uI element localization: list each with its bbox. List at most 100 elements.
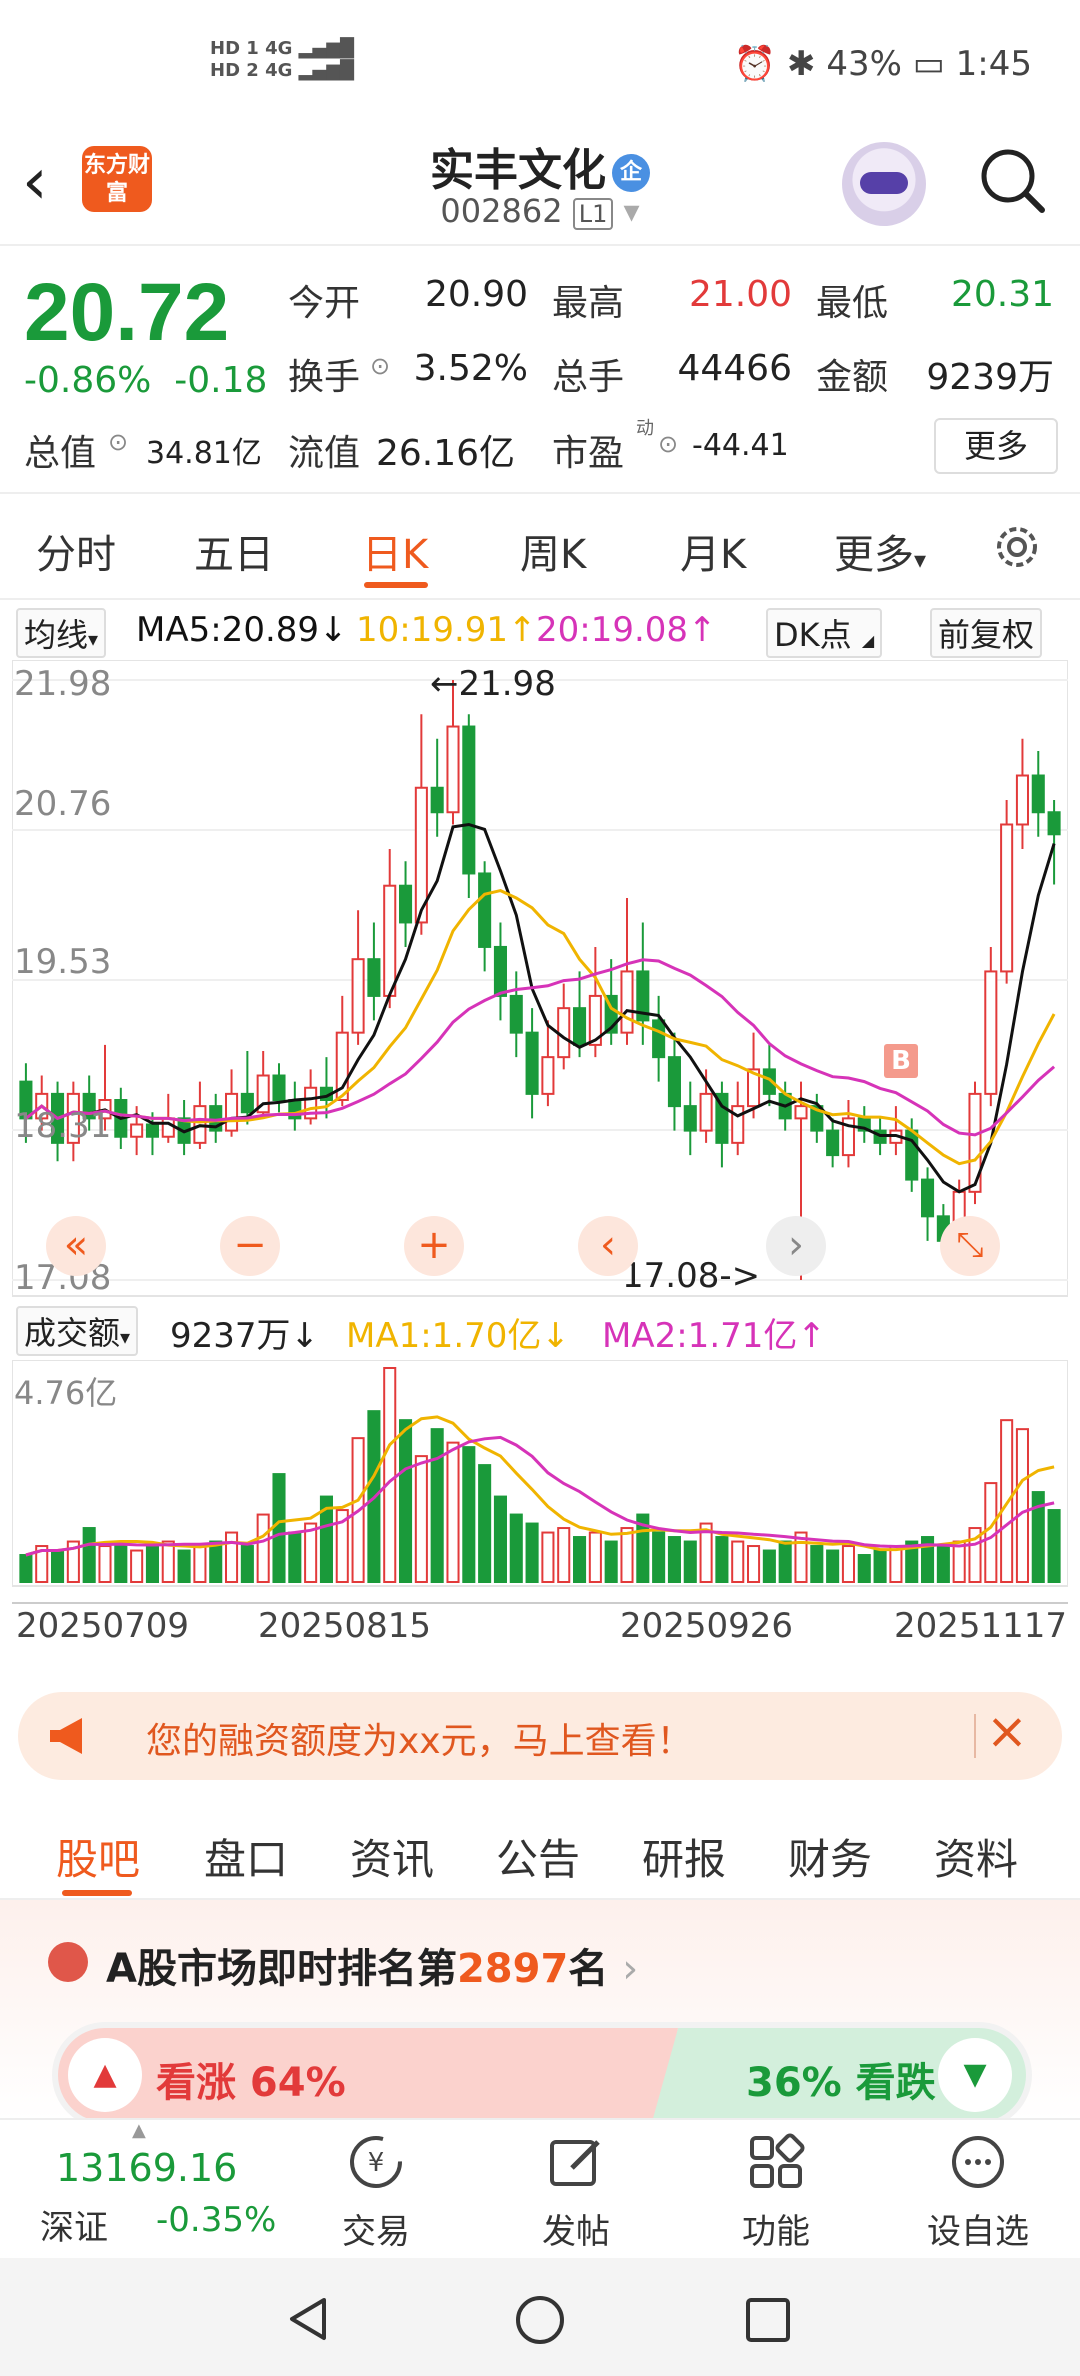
expand-icon[interactable]: ⤡ [940, 1216, 1000, 1276]
adjust-selector[interactable]: 前复权 [930, 608, 1043, 658]
more-dots-icon [952, 2136, 1004, 2188]
tab-pankou[interactable]: 盘口 [204, 1826, 288, 1887]
stock-header: ‹ 东方财富 实丰文化企 002862 L1 ▾ [0, 130, 1080, 246]
mcap-value: 34.81亿 [146, 436, 262, 471]
candle-body [826, 1129, 840, 1157]
nav-post[interactable]: 发帖 [506, 2120, 646, 2260]
dk-point-selector[interactable]: DK点 ◢ [766, 608, 883, 658]
date-axis-line [12, 1594, 1068, 1604]
open-value: 20.90 [424, 274, 528, 315]
high-value: 21.00 [688, 274, 792, 315]
tab-finance[interactable]: 财务 [788, 1826, 872, 1887]
candle-body [557, 1007, 571, 1059]
volume-bar [620, 1527, 634, 1583]
change-percent: -0.86% [24, 360, 152, 401]
volume-bar [588, 1531, 602, 1583]
candle-body [272, 1074, 286, 1101]
tab-profile[interactable]: 资料 [934, 1826, 1018, 1887]
more-button[interactable]: 更多 [934, 418, 1058, 474]
tab-research[interactable]: 研报 [642, 1826, 726, 1887]
candle-body [493, 945, 507, 997]
volume-chart[interactable]: 4.76亿 [11, 1359, 1069, 1590]
tab-five-day[interactable]: 五日 [194, 522, 274, 580]
candle-body [984, 970, 998, 1095]
nav-add-watchlist[interactable]: 设自选 [908, 2120, 1048, 2260]
tab-intraday[interactable]: 分时 [36, 522, 116, 580]
bullish-label: 看涨 64% [156, 2060, 346, 2106]
tab-guba[interactable]: 股吧 [56, 1826, 140, 1887]
volume-bar [826, 1549, 840, 1584]
volume-bar [114, 1540, 128, 1583]
back-triangle-icon[interactable] [284, 2294, 334, 2344]
info-icon[interactable]: ⊙ [370, 352, 390, 380]
volume-bar [604, 1540, 618, 1583]
candle-body [1031, 774, 1045, 814]
network-indicator: HD 1 4G ▂▄▆█ HD 2 4G ▂▄▆█ [210, 38, 355, 81]
nav-trade[interactable]: ¥ 交易 [306, 2120, 446, 2260]
candle-body [1015, 774, 1029, 826]
scroll-left-icon[interactable]: ‹ [578, 1216, 638, 1276]
candle-body [351, 958, 365, 1034]
price-change: -0.86% -0.18 [24, 360, 267, 401]
turnover-value: 3.52% [413, 348, 528, 389]
volume-selector[interactable]: 成交额▾ [16, 1306, 139, 1356]
assistant-avatar[interactable] [842, 142, 926, 226]
volume-legend: 成交额▾ 9237万↓ MA1:1.70亿↓ MA2:1.71亿↑ [0, 1302, 1080, 1356]
volume-bar [683, 1540, 697, 1583]
volume-bar [857, 1554, 871, 1583]
tab-news[interactable]: 资讯 [350, 1826, 434, 1887]
tab-monthly-k[interactable]: 月K [680, 522, 746, 580]
down-arrow-icon[interactable]: ▼ [938, 2038, 1012, 2112]
zoom-out-icon[interactable]: − [220, 1216, 280, 1276]
index-ticker[interactable]: ▲ 13169.16 深证 -0.35% [0, 2120, 290, 2260]
enterprise-badge: 企 [612, 154, 650, 192]
candle-body [446, 725, 460, 814]
info-icon[interactable]: ⊙ [658, 430, 678, 458]
volume-bar [541, 1531, 555, 1583]
date-tick-4: 20251117 [894, 1606, 1068, 1646]
candle-body [509, 994, 523, 1034]
nav-functions[interactable]: 功能 [706, 2120, 846, 2260]
y-tick-3: 19.53 [14, 942, 112, 982]
kline-frame [11, 659, 1069, 1297]
scroll-right-icon[interactable]: › [766, 1216, 826, 1276]
volume-bar [1047, 1509, 1061, 1583]
tab-weekly-k[interactable]: 周K [520, 522, 586, 580]
info-icon[interactable]: ⊙ [108, 428, 128, 456]
ma-selector[interactable]: 均线▾ [16, 608, 107, 658]
gear-icon[interactable] [990, 520, 1044, 574]
volume-y-top: 4.76亿 [14, 1374, 118, 1412]
volume-bar [256, 1513, 270, 1583]
tab-daily-k[interactable]: 日K [362, 522, 428, 580]
float-label: 流值 [288, 433, 361, 474]
trade-icon: ¥ [350, 2136, 402, 2188]
candle-body [525, 1031, 539, 1095]
candle-body [478, 872, 492, 948]
rank-text[interactable]: A股市场即时排名第2897名 › [106, 1936, 638, 1994]
zoom-in-icon[interactable]: + [404, 1216, 464, 1276]
sim2-signal: 4G [265, 60, 293, 81]
tab-more[interactable]: 更多▾ [834, 522, 926, 580]
battery-percent: 43% [826, 44, 902, 84]
candle-body [731, 1105, 745, 1144]
recents-square-icon[interactable] [744, 2296, 792, 2344]
sim1-label: HD 1 [210, 38, 259, 59]
buy-marker[interactable]: B [884, 1044, 918, 1078]
volume-bar [225, 1531, 239, 1583]
close-icon[interactable]: × [986, 1702, 1028, 1760]
search-icon[interactable] [978, 146, 1046, 214]
up-arrow-icon[interactable]: ▲ [68, 2038, 142, 2112]
margin-banner[interactable]: 您的融资额度为xx元，马上查看！ × [18, 1692, 1062, 1780]
turnover-label: 换手 [288, 357, 361, 398]
candle-body [620, 970, 634, 1034]
kline-chart[interactable]: 21.98 20.76 19.53 18.31 17.08 ←21.98 17.… [11, 659, 1069, 1300]
volume-value: 44466 [677, 348, 792, 389]
alarm-icon: ⏰ [733, 44, 777, 84]
candle-body [1000, 823, 1014, 973]
volume-bar [715, 1536, 729, 1584]
bullish-bar[interactable] [58, 2028, 678, 2122]
home-circle-icon[interactable] [514, 2294, 566, 2346]
candle-body [462, 725, 476, 875]
tab-announcements[interactable]: 公告 [496, 1826, 580, 1887]
scroll-left-fast-icon[interactable]: « [46, 1216, 106, 1276]
